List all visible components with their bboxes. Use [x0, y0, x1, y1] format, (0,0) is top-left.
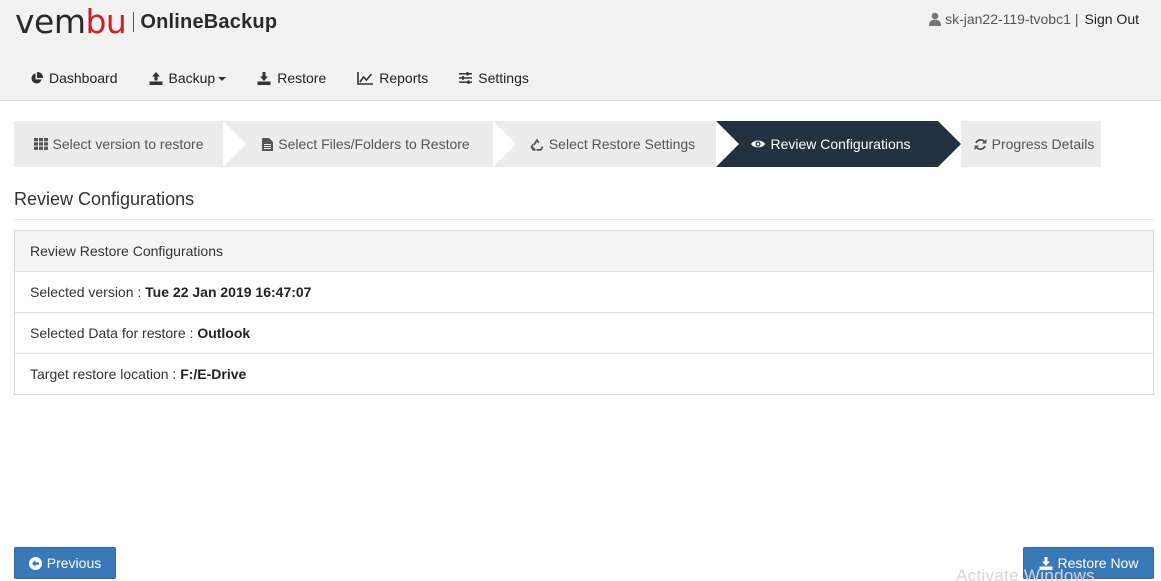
pie-chart-icon	[31, 71, 43, 84]
step-restore-settings-label: Select Restore Settings	[548, 136, 696, 152]
download-icon	[257, 71, 271, 85]
row-value: F:/E-Drive	[180, 366, 247, 382]
logo-brand: vembu	[15, 2, 127, 41]
nav-reports[interactable]: Reports	[357, 70, 428, 86]
row-label: Selected version :	[30, 284, 146, 300]
sign-out-link[interactable]: Sign Out	[1085, 11, 1139, 27]
user-area: sk-jan22-119-tvobc1 | Sign Out	[929, 11, 1139, 27]
step-arrow	[223, 121, 246, 167]
eye-icon	[751, 140, 766, 148]
user-separator: |	[1074, 11, 1079, 27]
previous-button[interactable]: Previous	[14, 547, 116, 579]
step-select-files[interactable]: Select Files/Folders to Restore	[223, 121, 493, 167]
main-nav: Dashboard Backup Restore Reports Setting…	[30, 66, 560, 90]
step-arrow	[938, 121, 961, 167]
review-panel: Review Restore Configurations Selected v…	[14, 230, 1154, 395]
step-arrow	[493, 121, 516, 167]
nav-backup-label: Backup	[168, 70, 216, 86]
user-name: sk-jan22-119-tvobc1	[945, 11, 1071, 27]
step-progress-details-label: Progress Details	[991, 136, 1095, 152]
title-divider	[14, 219, 1154, 220]
logo-product-name: OnlineBackup	[140, 10, 278, 33]
row-target-location: Target restore location : F:/E-Drive	[15, 354, 1153, 395]
restore-wizard-steps: Select version to restore Select Files/F…	[14, 121, 1104, 167]
nav-settings[interactable]: Settings	[459, 70, 529, 86]
nav-dashboard-label: Dashboard	[49, 70, 118, 86]
panel-heading: Review Restore Configurations	[15, 231, 1153, 272]
row-selected-version: Selected version : Tue 22 Jan 2019 16:47…	[15, 272, 1153, 313]
step-review-configurations[interactable]: Review Configurations	[716, 121, 938, 167]
logo-separator	[133, 12, 135, 32]
page-title: Review Configurations	[14, 189, 195, 209]
row-label: Selected Data for restore :	[30, 325, 198, 341]
step-select-files-label: Select Files/Folders to Restore	[278, 136, 470, 152]
vembu-logo: vembu OnlineBackup	[15, 4, 277, 40]
arrow-left-icon	[28, 556, 42, 570]
nav-settings-label: Settings	[478, 70, 529, 86]
recycle-icon	[530, 138, 544, 151]
nav-restore-label: Restore	[277, 70, 327, 86]
previous-button-label: Previous	[46, 555, 102, 571]
row-label: Target restore location :	[30, 366, 181, 382]
nav-dashboard[interactable]: Dashboard	[30, 70, 118, 86]
grid-icon	[33, 138, 48, 150]
step-select-version-label: Select version to restore	[52, 136, 204, 152]
row-value: Tue 22 Jan 2019 16:47:07	[145, 284, 312, 300]
step-restore-settings[interactable]: Select Restore Settings	[493, 121, 716, 167]
nav-restore[interactable]: Restore	[257, 70, 326, 86]
step-review-configurations-label: Review Configurations	[770, 136, 911, 152]
step-arrow	[716, 121, 739, 167]
nav-backup[interactable]: Backup	[149, 70, 227, 86]
step-select-version[interactable]: Select version to restore	[14, 121, 223, 167]
app-header: vembu OnlineBackup sk-jan22-119-tvobc1 |…	[0, 0, 1161, 101]
row-value: Outlook	[197, 325, 251, 341]
chevron-down-icon	[218, 77, 227, 81]
refresh-icon	[974, 138, 987, 150]
row-selected-data: Selected Data for restore : Outlook	[15, 313, 1153, 354]
nav-reports-label: Reports	[379, 70, 429, 86]
user-icon	[929, 12, 942, 26]
activate-windows-watermark: Activate Windows	[956, 566, 1095, 581]
step-progress-details[interactable]: Progress Details	[961, 121, 1101, 167]
sliders-icon	[459, 72, 473, 84]
upload-icon	[149, 71, 162, 85]
file-icon	[262, 137, 274, 151]
line-chart-icon	[357, 71, 374, 85]
